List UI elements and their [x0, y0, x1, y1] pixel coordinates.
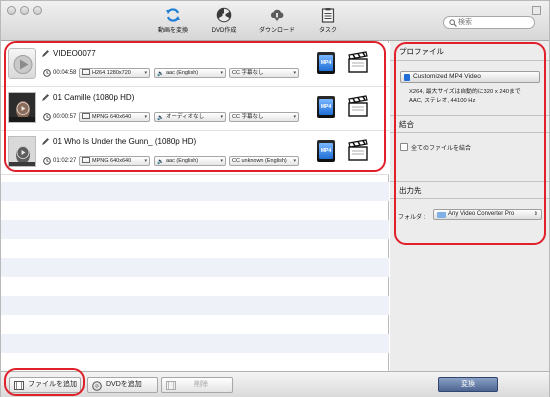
video-track-icon — [82, 157, 90, 163]
video-thumbnail-image — [9, 137, 35, 166]
file-row[interactable]: 01 Camille (1080p HD) 00:00:57 MPNG 640x… — [1, 87, 389, 131]
chevron-down-icon: ▾ — [293, 158, 296, 164]
clapperboard-edit-icon[interactable] — [348, 51, 368, 73]
output-folder-value: Any Video Converter Pro — [448, 211, 515, 217]
profile-description: X264, 最大サイズは自動的に320 x 240まで AAC, ステレオ, 4… — [409, 88, 544, 106]
subtitle-select[interactable]: CC 字幕なし ▾ — [229, 112, 299, 122]
mp4-format-icon[interactable]: MP4 — [317, 52, 335, 74]
clipboard-icon — [321, 8, 335, 23]
tasks-tab[interactable]: タスク — [296, 7, 360, 34]
file-row[interactable]: VIDEO0077 00:04:58 H264 1280x720 ▾ 🔈 aac (… — [1, 43, 389, 87]
clapperboard-edit-icon[interactable] — [348, 139, 368, 161]
clapperboard-edit-icon[interactable] — [348, 95, 368, 117]
chevron-updown-icon: ⇕ — [533, 211, 538, 217]
edit-pencil-icon[interactable] — [41, 93, 50, 102]
chevron-down-icon: ▾ — [220, 70, 223, 76]
video-track-select[interactable]: MPNG 640x640 ▾ — [79, 156, 150, 166]
video-thumbnail-image — [9, 93, 35, 122]
merge-all-label: 全てのファイルを結合 — [411, 146, 472, 152]
convert-button[interactable]: 変換 — [438, 377, 498, 392]
chevron-down-icon: ▾ — [144, 158, 147, 164]
empty-row-stripe — [1, 220, 389, 239]
folder-label: フォルダ : — [398, 215, 426, 221]
file-duration: 01:02:27 — [53, 158, 77, 164]
empty-row-stripe — [1, 258, 389, 277]
search-icon — [449, 19, 457, 27]
clock-icon — [43, 157, 51, 165]
edit-pencil-icon[interactable] — [41, 49, 50, 58]
mp4-format-icon[interactable]: MP4 — [317, 140, 335, 162]
empty-row-stripe — [1, 296, 389, 315]
subtitle-select[interactable]: CC 字幕なし ▾ — [229, 68, 299, 78]
video-track-icon — [82, 113, 90, 119]
file-title: VIDEO0077 — [53, 49, 96, 58]
chevron-down-icon: ▾ — [293, 114, 296, 120]
video-thumbnail — [8, 92, 36, 123]
folder-icon — [437, 212, 446, 218]
video-track-icon — [82, 69, 90, 75]
audio-track-select[interactable]: 🔈 aac (English) ▾ — [154, 68, 226, 78]
app-window: 動画を変換 DVD作成 ダウンロード タスク 検索 VIDEO0077 00:0… — [0, 0, 550, 397]
chevron-down-icon: ▾ — [220, 158, 223, 164]
file-duration: 00:00:57 — [53, 114, 77, 120]
settings-panel: プロファイル Customized MP4 Video X264, 最大サイズは… — [390, 41, 549, 371]
merge-header: 結合 — [390, 115, 549, 133]
file-title: 01 Who Is Under the Gunn_ (1080p HD) — [53, 137, 197, 146]
tasks-label: タスク — [318, 28, 337, 34]
file-list: VIDEO0077 00:04:58 H264 1280x720 ▾ 🔈 aac (… — [1, 41, 389, 371]
file-title: 01 Camille (1080p HD) — [53, 93, 135, 102]
remove-button[interactable]: 削除 — [161, 377, 233, 393]
video-thumbnail — [8, 136, 36, 167]
profile-audio-desc: AAC, ステレオ, 44100 Hz — [409, 98, 476, 104]
search-input[interactable] — [458, 17, 532, 28]
film-remove-icon — [166, 381, 176, 390]
disc-add-icon — [92, 381, 102, 391]
chevron-down-icon: ▾ — [220, 114, 223, 120]
zoom-window-button[interactable] — [33, 6, 42, 15]
empty-row-stripe — [1, 334, 389, 353]
cloud-download-icon — [270, 9, 284, 21]
profile-preset-label: Customized MP4 Video — [413, 73, 481, 80]
chevron-down-icon: ▾ — [293, 70, 296, 76]
edit-pencil-icon[interactable] — [41, 137, 50, 146]
clock-icon — [43, 113, 51, 121]
play-placeholder-icon — [13, 55, 33, 74]
file-duration: 00:04:58 — [53, 70, 77, 76]
output-folder-select[interactable]: Any Video Converter Pro ⇕ — [433, 209, 542, 220]
mp4-format-icon[interactable]: MP4 — [317, 96, 335, 118]
film-add-icon — [14, 381, 24, 390]
video-track-select[interactable]: H264 1280x720 ▾ — [79, 68, 150, 78]
video-thumbnail — [8, 48, 36, 79]
add-files-button[interactable]: ファイルを追加 — [9, 377, 81, 393]
merge-all-checkbox[interactable] — [400, 143, 408, 151]
profile-preset-button[interactable]: Customized MP4 Video — [400, 71, 540, 83]
chevron-down-icon: ▾ — [144, 114, 147, 120]
clock-icon — [43, 69, 51, 77]
bottom-bar: ファイルを追加 DVDを追加 削除 変換 — [1, 371, 549, 397]
video-track-select[interactable]: MPNG 640x640 ▾ — [79, 112, 150, 122]
speaker-icon: 🔈 — [157, 159, 164, 165]
chevron-down-icon: ▾ — [144, 70, 147, 76]
convert-arrows-icon — [166, 8, 180, 22]
profile-header: プロファイル — [390, 43, 549, 61]
audio-track-select[interactable]: 🔈 aac (English) ▾ — [154, 156, 226, 166]
radiation-dvd-icon — [216, 7, 232, 23]
search-field[interactable] — [443, 16, 535, 29]
toolbar: 動画を変換 DVD作成 ダウンロード タスク 検索 — [1, 1, 549, 41]
mp4-icon — [404, 74, 410, 81]
speaker-icon: 🔈 — [157, 115, 164, 121]
speaker-icon: 🔈 — [157, 71, 164, 77]
profile-video-desc: X264, 最大サイズは自動的に320 x 240まで — [409, 89, 521, 95]
add-dvd-button[interactable]: DVDを追加 — [87, 377, 158, 393]
close-window-button[interactable] — [7, 6, 16, 15]
audio-track-select[interactable]: 🔈 オーディオなし ▾ — [154, 112, 226, 122]
empty-row-stripe — [1, 182, 389, 201]
fullscreen-button[interactable] — [532, 6, 541, 15]
minimize-window-button[interactable] — [20, 6, 29, 15]
output-header: 出力先 — [390, 181, 549, 199]
file-row[interactable]: 01 Who Is Under the Gunn_ (1080p HD) 01:… — [1, 131, 389, 175]
subtitle-select[interactable]: CC unknown (English) ▾ — [229, 156, 299, 166]
